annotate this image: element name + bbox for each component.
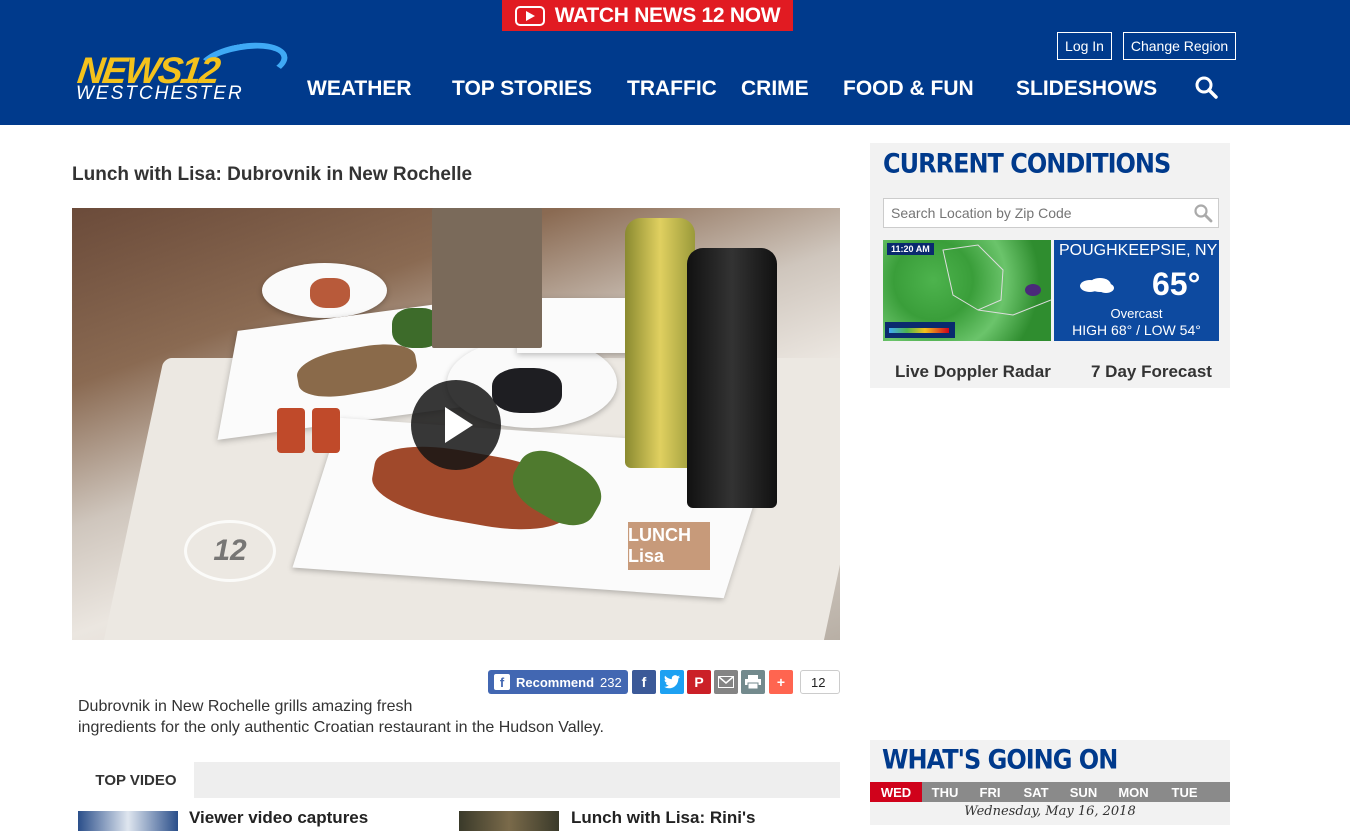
site-logo[interactable]: NEWS12 WESTCHESTER — [75, 36, 291, 106]
video-food — [310, 278, 350, 308]
day-tabs: WED THU FRI SAT SUN MON TUE — [870, 782, 1230, 802]
facebook-recommend-button[interactable]: f Recommend 232 — [488, 670, 628, 694]
tab-wed[interactable]: WED — [870, 782, 922, 802]
radar-map[interactable]: 11:20 AM — [883, 240, 1051, 341]
nav-slideshows[interactable]: SLIDESHOWS — [1016, 77, 1157, 101]
facebook-icon[interactable]: f — [632, 670, 656, 694]
facebook-icon: f — [494, 674, 510, 690]
site-header: WATCH NEWS 12 NOW NEWS12 WESTCHESTER WEA… — [0, 0, 1350, 125]
zip-search-input[interactable] — [883, 198, 1219, 228]
description-line: Dubrovnik in New Rochelle grills amazing… — [78, 698, 413, 715]
current-conditions-title: CURRENT CONDITIONS — [883, 148, 1171, 180]
article-title: Lunch with Lisa: Dubrovnik in New Rochel… — [72, 164, 473, 185]
tab-fri[interactable]: FRI — [968, 782, 1012, 802]
nav-weather[interactable]: WEATHER — [307, 77, 412, 101]
weather-city: POUGHKEEPSIE, NY — [1059, 242, 1218, 259]
play-video-icon — [514, 5, 545, 26]
addthis-icon[interactable]: + — [769, 670, 793, 694]
share-count: 12 — [800, 670, 840, 694]
weather-condition: Overcast — [1110, 306, 1163, 321]
tab-sun[interactable]: SUN — [1060, 782, 1107, 802]
video-menu-card — [432, 208, 542, 348]
login-button[interactable]: Log In — [1057, 32, 1112, 60]
change-region-button[interactable]: Change Region — [1123, 32, 1236, 60]
tab-tue[interactable]: TUE — [1160, 782, 1209, 802]
article-description: Dubrovnik in New Rochelle grills amazing… — [78, 696, 678, 738]
pinterest-icon[interactable]: P — [687, 670, 711, 694]
whats-going-on-title: WHAT'S GOING ON — [882, 744, 1118, 776]
watch-live-label: WATCH NEWS 12 NOW — [554, 3, 781, 27]
video-player[interactable]: 12 LUNCH Lisa — [72, 208, 840, 640]
watch-live-button[interactable]: WATCH NEWS 12 NOW — [502, 0, 793, 31]
video-bottle — [687, 248, 777, 508]
play-button-icon[interactable] — [411, 380, 501, 470]
current-weather-card[interactable]: POUGHKEEPSIE, NY 65° Overcast HIGH 68° /… — [1054, 240, 1219, 341]
seven-day-forecast-link[interactable]: 7 Day Forecast — [1091, 362, 1212, 382]
video-title[interactable]: Lunch with Lisa: Rini's — [571, 808, 755, 828]
radar-map-lines — [885, 244, 1051, 338]
tab-thu[interactable]: THU — [922, 782, 968, 802]
video-title[interactable]: Viewer video captures — [189, 808, 368, 828]
video-thumbnail[interactable] — [78, 811, 178, 831]
search-icon[interactable] — [1193, 203, 1213, 223]
video-food — [312, 408, 340, 453]
search-icon[interactable] — [1194, 75, 1218, 99]
top-video-label: TOP VIDEO — [78, 762, 194, 798]
recommend-label: Recommend — [516, 674, 595, 690]
video-food — [492, 368, 562, 413]
lunch-with-lisa-badge: LUNCH Lisa — [628, 522, 710, 570]
print-icon[interactable] — [741, 670, 765, 694]
tab-sat[interactable]: SAT — [1012, 782, 1060, 802]
nav-food-fun[interactable]: FOOD & FUN — [843, 77, 974, 101]
nav-traffic[interactable]: TRAFFIC — [627, 77, 717, 101]
video-food — [277, 408, 305, 453]
twitter-icon[interactable] — [660, 670, 684, 694]
nav-top-stories[interactable]: TOP STORIES — [452, 77, 592, 101]
logo-region: WESTCHESTER — [76, 83, 244, 104]
tab-mon[interactable]: MON — [1107, 782, 1160, 802]
selected-date: Wednesday, May 16, 2018 — [964, 804, 1136, 819]
news12-watermark: 12 — [184, 520, 276, 582]
email-icon[interactable] — [714, 670, 738, 694]
weather-temperature: 65° — [1152, 266, 1201, 302]
video-thumbnail[interactable] — [459, 811, 559, 831]
live-doppler-radar-link[interactable]: Live Doppler Radar — [895, 362, 1051, 382]
nav-crime[interactable]: CRIME — [741, 77, 809, 101]
video-bottle — [625, 218, 695, 468]
description-line: ingredients for the only authentic Croat… — [78, 719, 604, 736]
recommend-count: 232 — [600, 674, 622, 690]
weather-high-low: HIGH 68° / LOW 54° — [1072, 322, 1201, 338]
cloud-icon — [1080, 278, 1114, 293]
